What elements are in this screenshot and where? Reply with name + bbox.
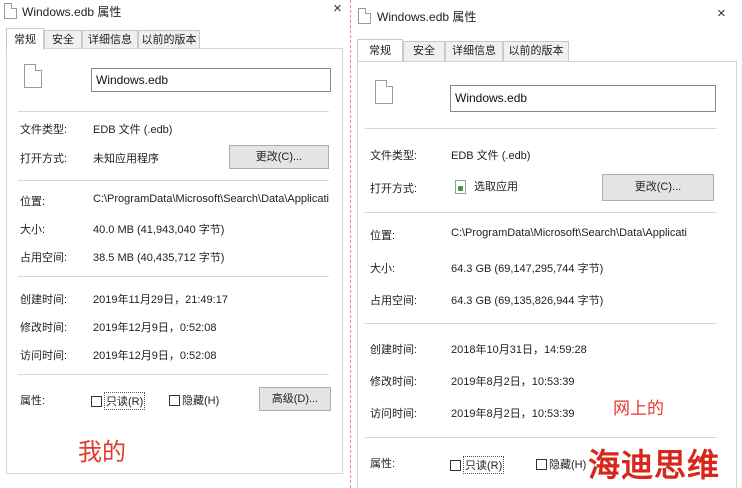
app-picker-icon [455,180,466,195]
left-created-value: 2019年11月29日，21:49:17 [93,294,228,306]
right-modified-label: 修改时间: [370,376,418,388]
left-modified-value: 2019年12月9日，0:52:08 [93,322,217,334]
right-opens-with-value: 选取应用 [455,178,518,195]
right-file-type-label: 文件类型: [370,150,418,162]
watermark-logo-text: 海迪思维 [588,446,721,484]
left-properties-window: Windows.edb 属性 × 常规 安全 详细信息 以前的版本 Window… [0,0,347,488]
left-size-value: 40.0 MB (41,943,040 字节) [93,224,225,236]
left-location-label: 位置: [20,196,46,208]
right-title-bar: Windows.edb 属性 × [351,5,742,27]
right-location-value: C:\ProgramData\Microsoft\Search\Data\App… [451,227,687,239]
right-accessed-label: 访问时间: [370,408,418,420]
left-file-type-value: EDB 文件 (.edb) [93,124,173,136]
left-tab-security[interactable]: 安全 [44,30,82,50]
right-divider-4 [365,437,717,438]
left-file-icon [24,64,42,88]
left-title-file-icon [4,3,17,19]
left-hidden-label: 隐藏(H) [182,395,220,407]
annotation-mine: 我的 [78,438,126,466]
right-tab-general[interactable]: 常规 [357,39,403,61]
left-tab-details[interactable]: 详细信息 [82,30,138,50]
right-readonly-label: 只读(R) [463,456,505,474]
left-close-icon[interactable]: × [333,0,342,18]
right-location-label: 位置: [370,230,396,242]
left-hidden-checkbox[interactable]: 隐藏(H) [169,392,219,408]
left-readonly-label: 只读(R) [104,392,146,410]
right-file-type-value: EDB 文件 (.edb) [451,150,531,162]
right-size-value: 64.3 GB (69,147,295,744 字节) [451,263,604,275]
right-divider-2 [365,212,717,213]
annotation-online: 网上的 [613,399,664,419]
right-opens-with-label: 打开方式: [370,183,418,195]
left-modified-label: 修改时间: [20,322,68,334]
right-hidden-label: 隐藏(H) [549,459,587,471]
right-tab-security[interactable]: 安全 [403,41,445,61]
left-advanced-button[interactable]: 高级(D)... [259,387,331,411]
right-title-file-icon [358,8,371,24]
right-readonly-checkbox[interactable]: 只读(R) [450,456,505,474]
left-divider-4 [18,374,329,375]
left-filename-input[interactable]: Windows.edb [91,68,331,92]
right-size-label: 大小: [370,263,396,275]
left-created-label: 创建时间: [20,294,68,306]
left-accessed-label: 访问时间: [20,350,68,362]
right-properties-window: Windows.edb 属性 × 常规 安全 详细信息 以前的版本 Window… [350,0,742,488]
left-location-value: C:\ProgramData\Microsoft\Search\Data\App… [93,193,329,205]
left-size-on-disk-value: 38.5 MB (40,435,712 字节) [93,252,225,264]
left-window-title: Windows.edb 属性 [22,5,122,19]
left-divider-3 [18,276,329,277]
right-divider-1 [365,128,717,129]
right-size-on-disk-label: 占用空间: [370,295,418,307]
left-opens-with-label: 打开方式: [20,153,68,165]
left-file-type-label: 文件类型: [20,124,68,136]
left-divider-2 [18,180,329,181]
right-hidden-box[interactable] [536,458,547,470]
left-change-button[interactable]: 更改(C)... [229,145,329,169]
right-tab-details[interactable]: 详细信息 [445,41,503,61]
right-filename-input[interactable]: Windows.edb [450,85,716,112]
left-tab-previous-versions[interactable]: 以前的版本 [138,30,200,50]
left-size-label: 大小: [20,224,46,236]
right-accessed-value: 2019年8月2日，10:53:39 [451,408,575,420]
left-size-on-disk-label: 占用空间: [20,252,68,264]
left-accessed-value: 2019年12月9日，0:52:08 [93,350,217,362]
right-hidden-checkbox[interactable]: 隐藏(H) [536,456,586,472]
left-readonly-box[interactable] [91,395,102,407]
right-file-icon [375,80,393,104]
right-size-on-disk-value: 64.3 GB (69,135,826,944 字节) [451,295,604,307]
left-title-bar: Windows.edb 属性 × [0,0,347,22]
right-opens-with-text: 选取应用 [474,181,518,193]
left-opens-with-value: 未知应用程序 [93,153,159,165]
right-window-title: Windows.edb 属性 [377,10,477,24]
right-modified-value: 2019年8月2日，10:53:39 [451,376,575,388]
left-hidden-box[interactable] [169,394,180,406]
right-created-value: 2018年10月31日，14:59:28 [451,344,587,356]
right-created-label: 创建时间: [370,344,418,356]
left-attributes-label: 属性: [20,395,46,407]
left-readonly-checkbox[interactable]: 只读(R) [91,392,146,410]
right-tab-strip: 常规 安全 详细信息 以前的版本 [351,39,742,63]
right-change-button[interactable]: 更改(C)... [602,174,714,201]
left-tab-general[interactable]: 常规 [6,28,44,50]
right-readonly-box[interactable] [450,459,461,471]
right-tab-previous-versions[interactable]: 以前的版本 [503,41,569,61]
left-divider-1 [18,111,329,112]
right-attributes-label: 属性: [370,458,396,470]
right-close-icon[interactable]: × [717,5,726,23]
right-divider-3 [365,323,717,324]
